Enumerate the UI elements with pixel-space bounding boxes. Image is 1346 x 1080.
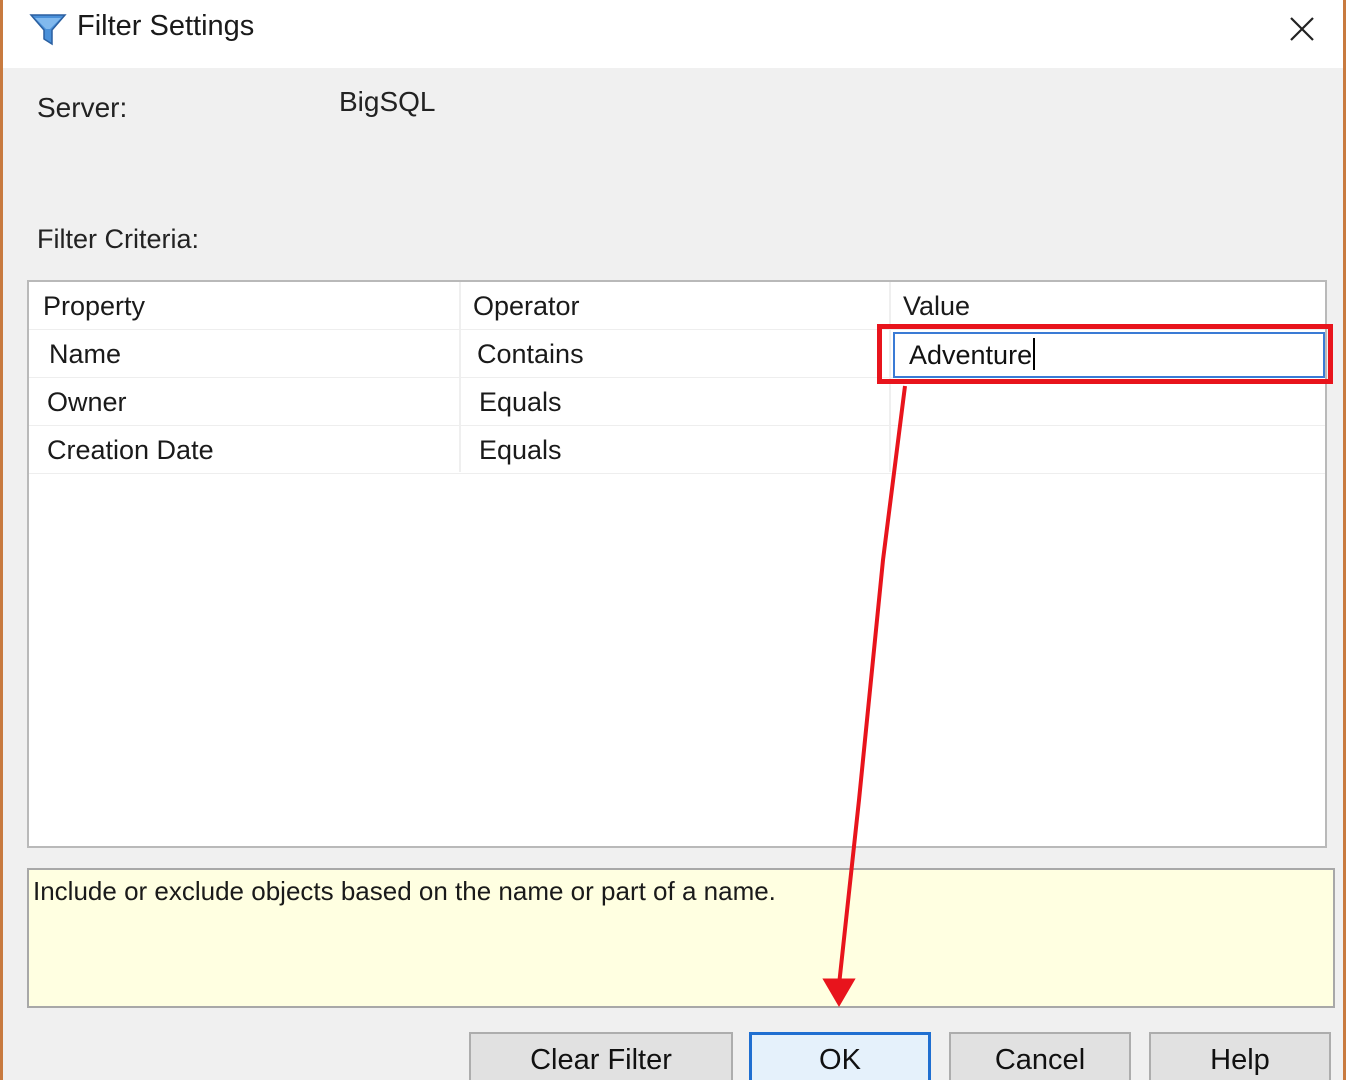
row-operator[interactable]: Contains <box>477 330 584 378</box>
table-row[interactable]: Creation Date Equals <box>29 426 1325 474</box>
server-value: BigSQL <box>339 86 436 117</box>
grid-header-row: Property Operator Value <box>29 282 1325 330</box>
clear-filter-button[interactable]: Clear Filter <box>469 1032 733 1080</box>
ok-button[interactable]: OK <box>749 1032 931 1080</box>
name-value-input[interactable]: Adventure <box>893 332 1325 378</box>
filter-criteria-grid: Property Operator Value Name Contains Ad… <box>27 280 1327 848</box>
dialog-title: Filter Settings <box>77 10 255 42</box>
table-row[interactable]: Owner Equals <box>29 378 1325 426</box>
filter-criteria-label: Filter Criteria: <box>37 224 200 254</box>
row-operator[interactable]: Equals <box>479 378 562 426</box>
row-property: Owner <box>47 387 127 417</box>
header-property[interactable]: Property <box>43 282 145 330</box>
row-property: Creation Date <box>47 435 214 465</box>
row-operator[interactable]: Equals <box>479 426 562 474</box>
close-icon[interactable] <box>1283 10 1321 48</box>
text-caret <box>1033 337 1036 370</box>
header-operator[interactable]: Operator <box>473 282 580 330</box>
title-bar: Filter Settings <box>3 0 1343 68</box>
filter-icon <box>29 14 67 46</box>
description-box: Include or exclude objects based on the … <box>27 868 1335 1008</box>
cancel-button[interactable]: Cancel <box>949 1032 1131 1080</box>
server-label: Server: <box>37 92 128 123</box>
header-value[interactable]: Value <box>903 282 970 330</box>
row-property: Name <box>49 339 122 369</box>
filter-settings-dialog: Filter Settings Server: BigSQL Filter Cr… <box>0 0 1346 1080</box>
help-button[interactable]: Help <box>1149 1032 1331 1080</box>
